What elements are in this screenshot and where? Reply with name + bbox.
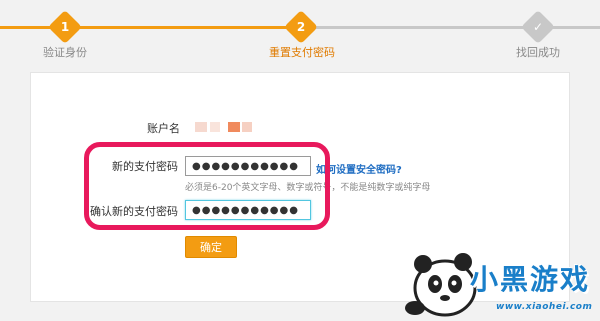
step-2-label: 重置支付密码: [269, 46, 335, 59]
confirm-button[interactable]: 确定: [185, 236, 237, 258]
step-1-label: 验证身份: [43, 46, 87, 59]
watermark-url: www.xiaohei.com: [496, 302, 593, 312]
mask-block: [242, 122, 252, 132]
step-1-number: 1: [60, 20, 70, 34]
mask-block: [228, 122, 240, 132]
step-3-label: 找回成功: [516, 46, 560, 59]
progress-stepper: 1 验证身份 2 重置支付密码 ✓ 找回成功: [0, 0, 600, 70]
check-icon: ✓: [532, 20, 544, 34]
step-2-number: 2: [296, 20, 306, 34]
mask-block: [195, 122, 207, 132]
step-line-pending: [300, 26, 600, 29]
watermark-brand: 小黑游戏: [470, 263, 591, 296]
mask-block: [210, 122, 220, 132]
account-label: 账户名: [147, 122, 180, 135]
step-line-done: [0, 26, 300, 29]
annotation-highlight-box: [84, 142, 330, 230]
